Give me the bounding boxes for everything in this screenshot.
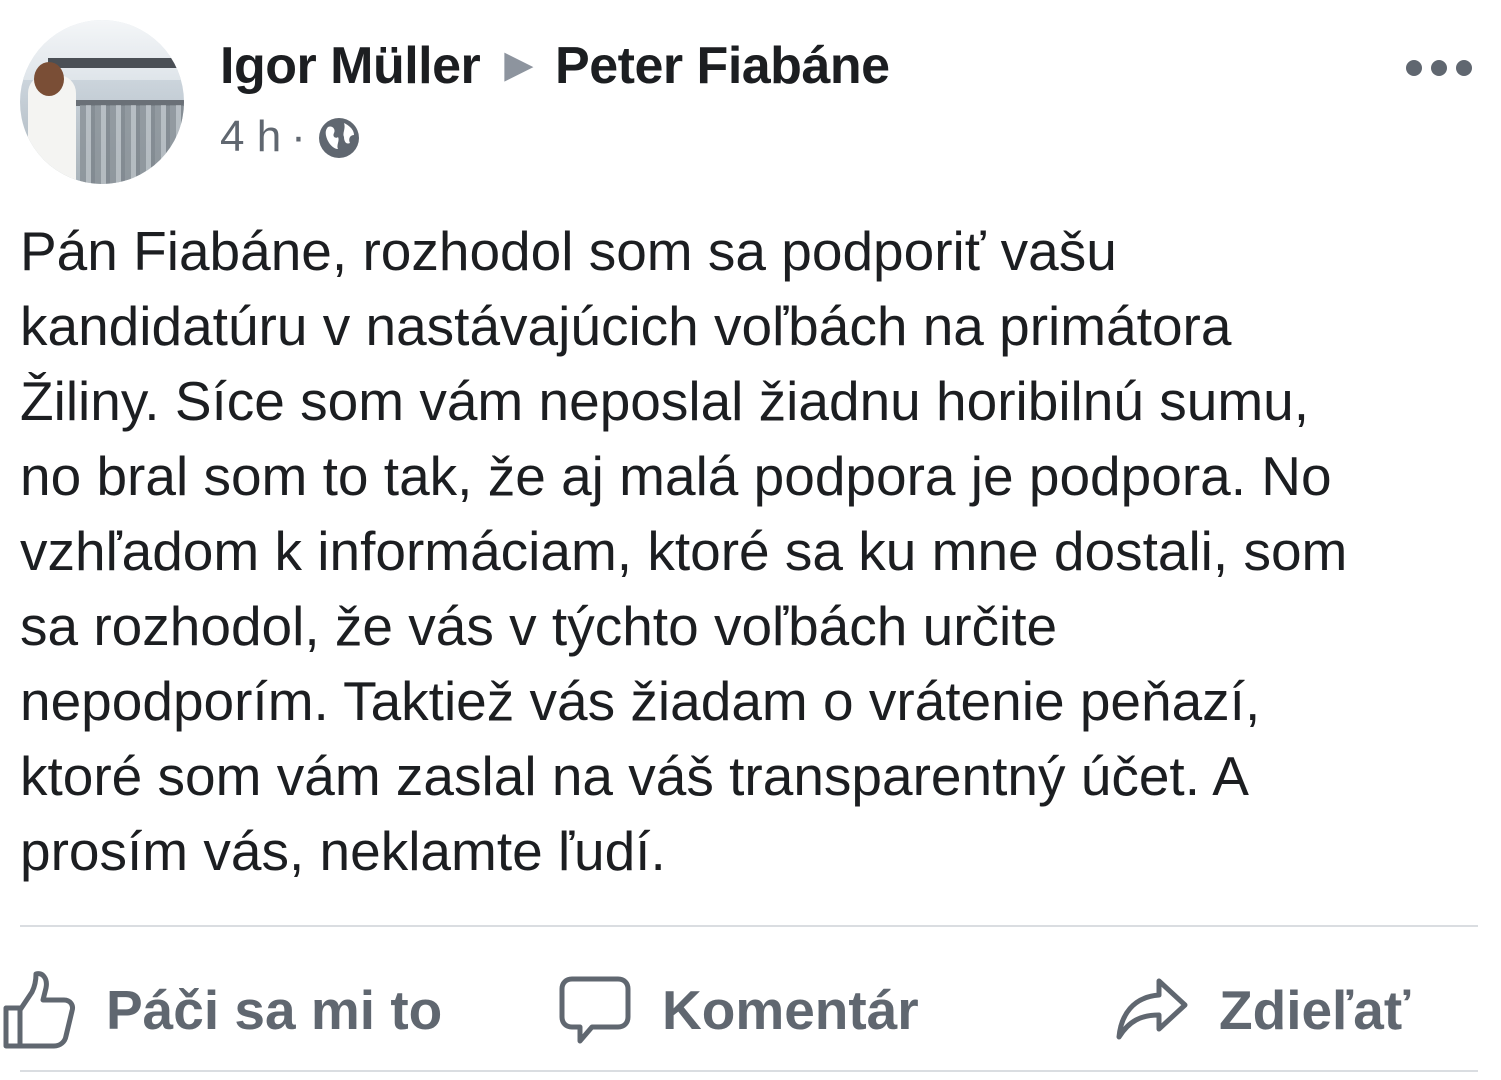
meta-separator: ·	[291, 112, 306, 161]
divider	[20, 925, 1478, 927]
share-icon	[1116, 978, 1188, 1040]
author-line: Igor Müller ▶ Peter Fiabáne	[220, 36, 890, 96]
avatar[interactable]	[20, 20, 184, 184]
share-label: Zdieľať	[1219, 979, 1411, 1041]
globe-icon[interactable]	[316, 115, 362, 161]
more-options-icon[interactable]	[1404, 54, 1474, 84]
comment-icon	[559, 976, 631, 1044]
post-header: Igor Müller ▶ Peter Fiabáne 4 h ·	[20, 20, 1480, 185]
thumbs-up-icon	[3, 971, 75, 1049]
post-body: Pán Fiabáne, rozhodol som sa podporiť va…	[20, 220, 1348, 882]
like-button[interactable]: Páči sa mi to	[2, 960, 442, 1060]
comment-button[interactable]: Komentár	[558, 960, 919, 1060]
target-name[interactable]: Peter Fiabáne	[555, 37, 890, 95]
like-label: Páči sa mi to	[106, 979, 443, 1041]
post-time[interactable]: 4 h	[220, 112, 281, 161]
share-button[interactable]: Zdieľať	[1115, 960, 1410, 1060]
comment-label: Komentár	[662, 979, 919, 1041]
bottom-divider	[20, 1070, 1478, 1072]
post-actions: Páči sa mi to Komentár Zdieľať	[0, 960, 1501, 1060]
facebook-post: Igor Müller ▶ Peter Fiabáne 4 h · Pán Fiabá…	[0, 0, 1501, 1080]
post-meta: 4 h ·	[220, 112, 362, 162]
arrow-right-icon: ▶	[504, 44, 534, 86]
author-name[interactable]: Igor Müller	[220, 37, 481, 95]
